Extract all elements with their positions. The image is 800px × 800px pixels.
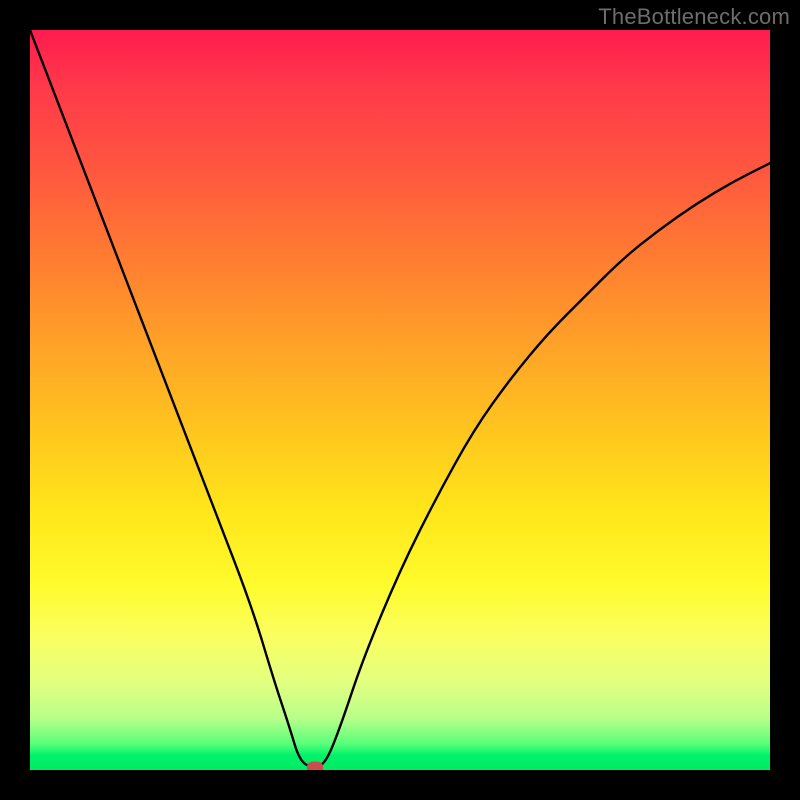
chart-frame: TheBottleneck.com <box>0 0 800 800</box>
optimum-marker <box>307 761 323 770</box>
watermark-text: TheBottleneck.com <box>598 4 790 30</box>
plot-area <box>30 30 770 770</box>
curve-svg <box>30 30 770 770</box>
bottleneck-curve <box>30 30 770 766</box>
